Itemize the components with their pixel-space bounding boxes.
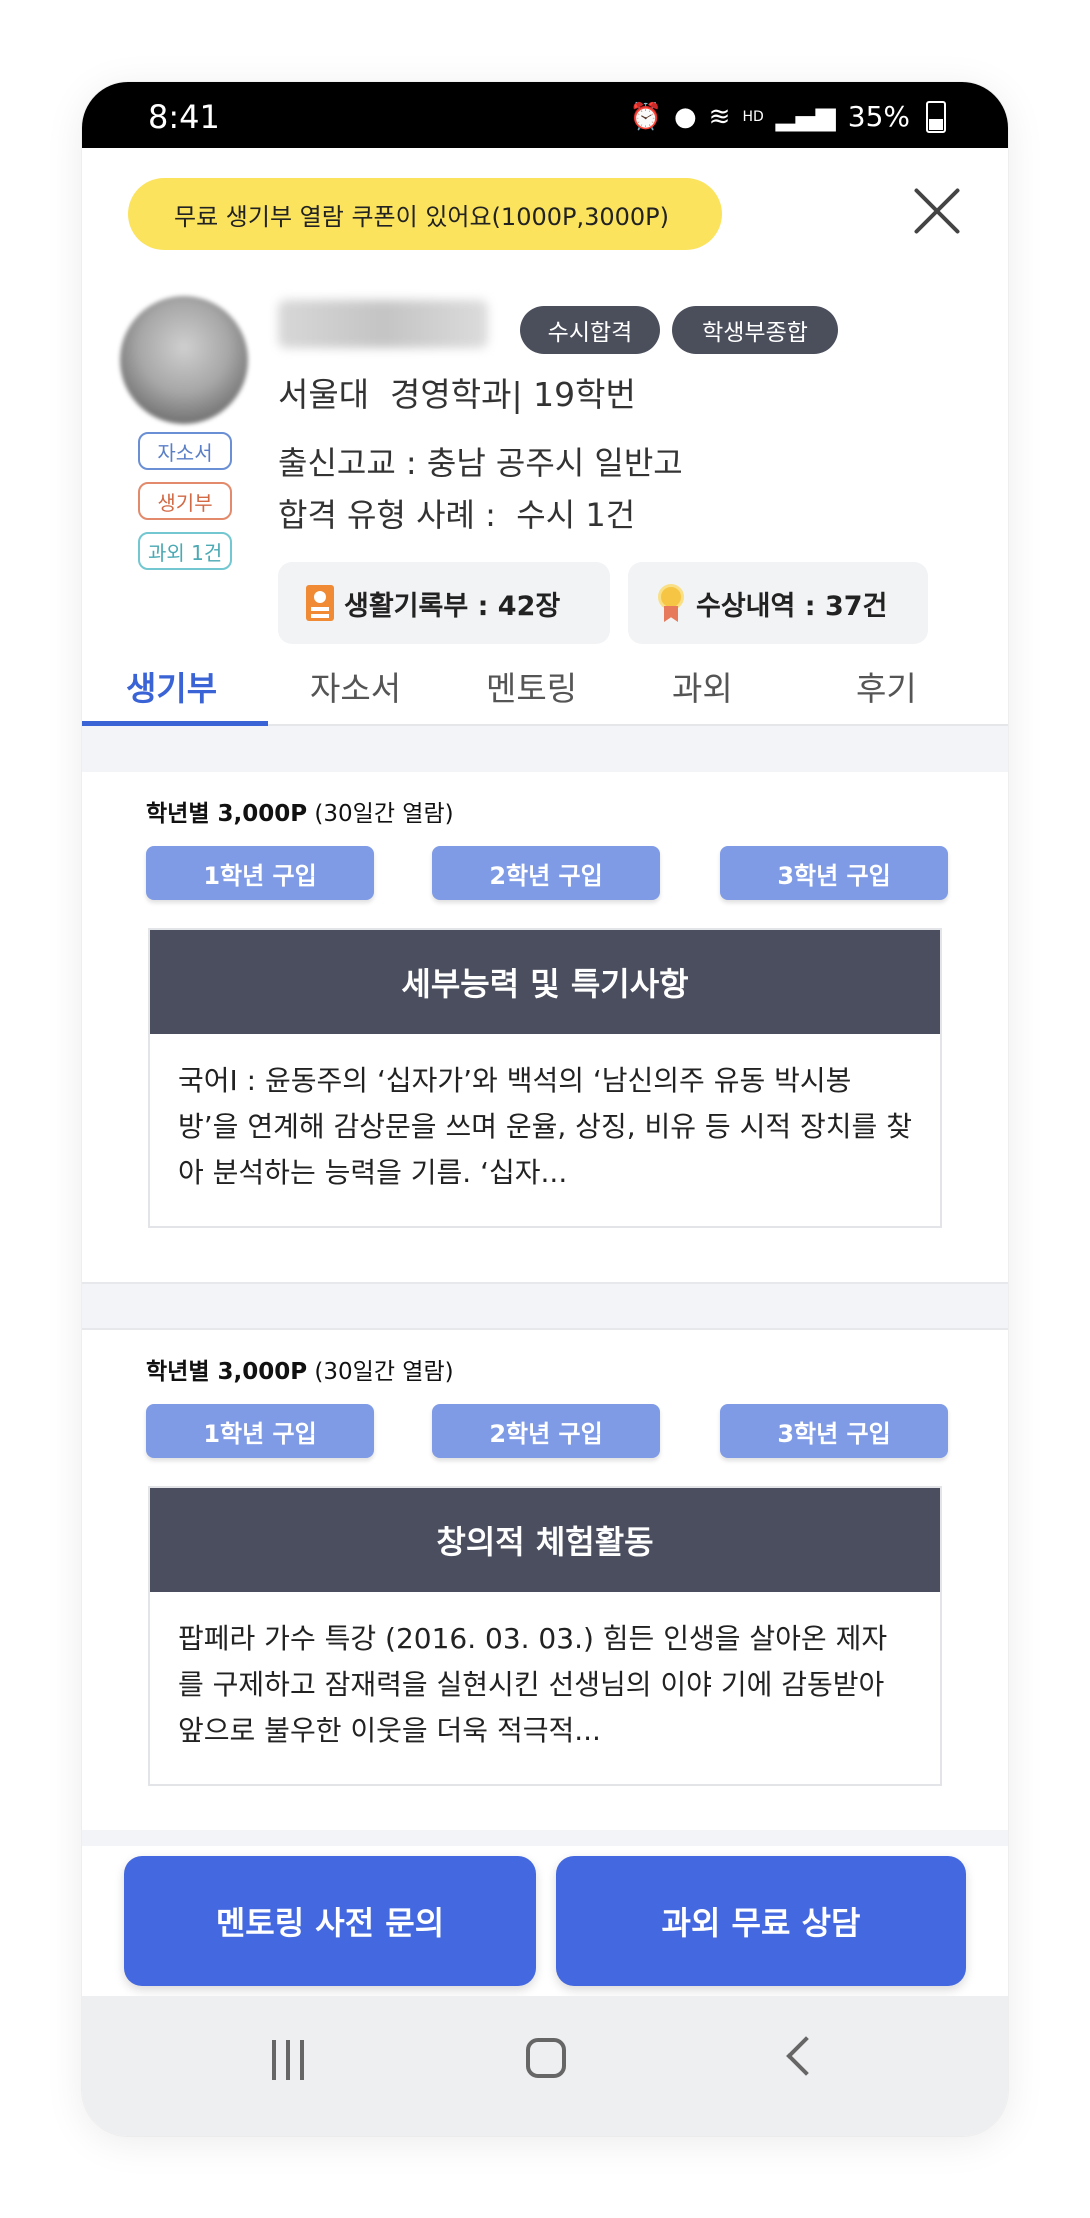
coupon-banner[interactable]: 무료 생기부 열람 쿠폰이 있어요(1000P,3000P) <box>128 178 722 250</box>
phone-frame: 8:41 ⏰ ● ≋ HD ▂▄▆ 35% 무료 생기부 열람 쿠폰이 있어요(… <box>82 82 1008 2136</box>
avatar <box>120 296 248 424</box>
buy-grade-3-button[interactable]: 3학년 구입 <box>720 1404 948 1458</box>
card-text: 국어I : 윤동주의 ‘십자가’와 백석의 ‘남신의주 유동 박시봉 방’을 연… <box>178 1064 912 1189</box>
buy-grade-1-button[interactable]: 1학년 구입 <box>146 1404 374 1458</box>
badge-type: 학생부종합 <box>672 306 838 354</box>
price-period: (30일간 열람) <box>307 801 454 827</box>
admission-cases: 합격 유형 사례 : 수시 1건 <box>278 496 636 534</box>
school-info: 서울대 경영학과| 19학번 <box>278 375 636 414</box>
battery-percent: 35% <box>847 100 910 133</box>
location-icon: ● <box>673 101 697 132</box>
status-bar: 8:41 ⏰ ● ≋ HD ▂▄▆ 35% <box>82 82 1008 148</box>
tab-tutoring[interactable]: 과외 <box>672 662 733 710</box>
mentoring-inquiry-button[interactable]: 멘토링 사전 문의 <box>124 1856 536 1986</box>
record-count: 생활기록부 : 42장 <box>344 590 561 622</box>
close-icon[interactable] <box>910 184 964 238</box>
price-label: 학년별 3,000P (30일간 열람) <box>146 1352 454 1386</box>
status-icons: ⏰ ● ≋ HD ▂▄▆ 35% <box>630 100 946 133</box>
tab-record[interactable]: 생기부 <box>126 662 217 710</box>
medal-icon <box>656 584 686 622</box>
free-tutoring-consult-button[interactable]: 과외 무료 상담 <box>556 1856 966 1986</box>
price-label: 학년별 3,000P (30일간 열람) <box>146 794 454 828</box>
card-text: 팝페라 가수 특강 (2016. 03. 03.) 힘든 인생을 살아온 제자를… <box>178 1622 888 1747</box>
signal-icon: ▂▄▆ <box>775 101 836 132</box>
record-card[interactable]: 세부능력 및 특기사항 국어I : 윤동주의 ‘십자가’와 백석의 ‘남신의주 … <box>148 928 942 1228</box>
status-time: 8:41 <box>148 98 220 136</box>
award-count-chip: 수상내역 : 37건 <box>628 562 928 644</box>
home-icon[interactable] <box>526 2038 566 2078</box>
record-count-chip: 생활기록부 : 42장 <box>278 562 610 644</box>
recents-icon[interactable] <box>272 2040 312 2080</box>
tab-reviews[interactable]: 후기 <box>856 662 917 710</box>
tab-essay[interactable]: 자소서 <box>310 662 401 710</box>
award-count: 수상내역 : 37건 <box>696 590 888 622</box>
tab-bar: 생기부 자소서 멘토링 과외 후기 <box>82 652 1008 726</box>
record-card[interactable]: 창의적 체험활동 팝페라 가수 특강 (2016. 03. 03.) 힘든 인생… <box>148 1486 942 1786</box>
section-creative-activities: 학년별 3,000P (30일간 열람) 1학년 구입 2학년 구입 3학년 구… <box>82 1330 1008 1830</box>
card-title: 창의적 체험활동 <box>150 1488 940 1592</box>
price-period: (30일간 열람) <box>307 1359 454 1385</box>
back-icon[interactable] <box>786 2036 826 2076</box>
card-title: 세부능력 및 특기사항 <box>150 930 940 1034</box>
divider <box>82 726 1008 772</box>
divider <box>82 1830 1008 1846</box>
username-blurred <box>278 300 488 348</box>
buy-grade-1-button[interactable]: 1학년 구입 <box>146 846 374 900</box>
price-amount: 학년별 3,000P <box>146 801 308 827</box>
battery-icon <box>926 100 946 133</box>
tag-tutoring[interactable]: 과외 1건 <box>138 532 233 570</box>
document-icon <box>306 585 334 621</box>
wifi-icon: ≋ <box>708 101 731 132</box>
origin-school: 출신고교 : 충남 공주시 일반고 <box>278 444 683 482</box>
system-nav-bar <box>82 1996 1008 2136</box>
bottom-action-bar: 멘토링 사전 문의 과외 무료 상담 <box>82 1846 1008 1996</box>
alarm-icon: ⏰ <box>629 101 662 132</box>
tag-essay[interactable]: 자소서 <box>138 432 232 470</box>
tab-mentoring[interactable]: 멘토링 <box>486 662 577 710</box>
buy-grade-2-button[interactable]: 2학년 구입 <box>432 846 660 900</box>
tag-record[interactable]: 생기부 <box>138 482 232 520</box>
price-amount: 학년별 3,000P <box>146 1359 308 1385</box>
buy-grade-3-button[interactable]: 3학년 구입 <box>720 846 948 900</box>
buy-grade-2-button[interactable]: 2학년 구입 <box>432 1404 660 1458</box>
content: 무료 생기부 열람 쿠폰이 있어요(1000P,3000P) 자소서 생기부 과… <box>82 148 1008 2136</box>
divider <box>82 1282 1008 1330</box>
network-label: HD <box>742 108 764 125</box>
section-detail-abilities: 학년별 3,000P (30일간 열람) 1학년 구입 2학년 구입 3학년 구… <box>82 772 1008 1282</box>
coupon-text: 무료 생기부 열람 쿠폰이 있어요(1000P,3000P) <box>174 202 670 231</box>
badge-admission: 수시합격 <box>520 306 660 354</box>
